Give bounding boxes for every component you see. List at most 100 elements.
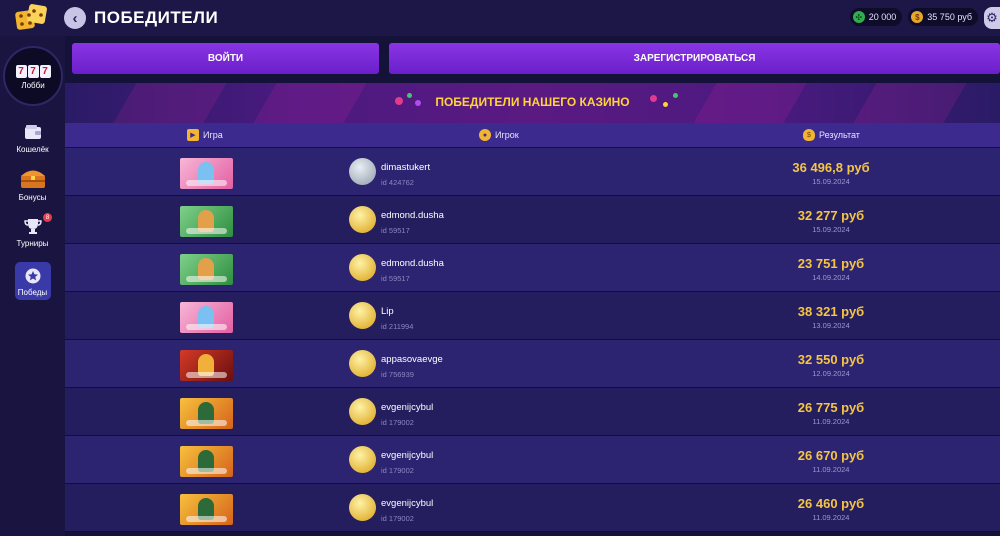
player-id: id 59517: [381, 274, 410, 283]
table-row[interactable]: evgenijcybul id 179002 26 460 руб 11.09.202…: [65, 484, 1000, 532]
game-thumbnail[interactable]: [180, 158, 233, 189]
win-date: 11.09.2024: [812, 417, 850, 426]
game-thumbnail[interactable]: [180, 254, 233, 285]
player-avatar: [349, 398, 376, 425]
money-balance-value: 35 750 руб: [927, 12, 972, 22]
game-logo: [186, 420, 227, 426]
player-name: appasovaevge: [381, 354, 443, 365]
sidebar-item-label: Кошелёк: [16, 145, 49, 154]
dice-logo-icon[interactable]: [14, 3, 50, 33]
player-avatar: [349, 350, 376, 377]
player-avatar: [349, 302, 376, 329]
game-logo: [186, 276, 227, 282]
settings-gear-icon[interactable]: ⚙: [984, 7, 1000, 29]
game-logo: [186, 324, 227, 330]
player-id: id 424762: [381, 178, 414, 187]
column-header-game: ▶ Игра: [187, 123, 223, 147]
win-date: 12.09.2024: [812, 369, 850, 378]
user-icon: ●: [479, 129, 491, 141]
win-date: 11.09.2024: [812, 513, 850, 522]
player-id: id 179002: [381, 418, 414, 427]
win-amount: 26 775 руб: [797, 400, 865, 415]
table-row[interactable]: evgenijcybul id 179002 26 775 руб 11.09.202…: [65, 388, 1000, 436]
lobby-button[interactable]: 7 7 7 Лобби: [3, 46, 63, 106]
bonus-balance[interactable]: ✣ 20 000: [849, 8, 903, 26]
game-thumbnail[interactable]: [180, 398, 233, 429]
table-row[interactable]: appasovaevge id 756939 32 550 руб 12.09.202…: [65, 340, 1000, 388]
balances: ✣ 20 000 $ 35 750 руб: [849, 8, 978, 26]
column-header-player: ● Игрок: [479, 123, 519, 147]
winners-table: dimastukert id 424762 36 496,8 руб 15.09.20…: [65, 148, 1000, 532]
table-row[interactable]: edmond.dusha id 59517 32 277 руб 15.09.2024: [65, 196, 1000, 244]
game-logo: [186, 516, 227, 522]
slot-reel: 7: [27, 64, 39, 78]
table-header: ▶ Игра ● Игрок $ Результат: [65, 123, 1000, 147]
win-date: 15.09.2024: [812, 177, 850, 186]
table-row[interactable]: edmond.dusha id 59517 23 751 руб 14.09.2024: [65, 244, 1000, 292]
page-title: ПОБЕДИТЕЛИ: [94, 8, 219, 27]
game-logo: [186, 228, 227, 234]
game-logo: [186, 468, 227, 474]
table-row[interactable]: Lip id 211994 38 321 руб 13.09.2024: [65, 292, 1000, 340]
game-thumbnail[interactable]: [180, 206, 233, 237]
win-date: 14.09.2024: [812, 273, 850, 282]
win-amount: 32 550 руб: [797, 352, 865, 367]
bonus-balance-value: 20 000: [868, 12, 897, 22]
game-thumbnail[interactable]: [180, 494, 233, 525]
player-name: evgenijcybul: [381, 450, 434, 461]
sidebar-item-wallet[interactable]: Кошелёк: [0, 122, 65, 154]
chest-icon: [20, 166, 46, 190]
auth-row: ВОЙТИ ЗАРЕГИСТРИРОВАТЬСЯ: [72, 43, 1000, 74]
game-thumbnail[interactable]: [180, 446, 233, 477]
player-id: id 179002: [381, 514, 414, 523]
lobby-label: Лобби: [21, 80, 45, 90]
player-id: id 59517: [381, 226, 410, 235]
sidebar-item-wins[interactable]: Победы: [0, 262, 65, 300]
game-thumbnail[interactable]: [180, 302, 233, 333]
money-balance[interactable]: $ 35 750 руб: [908, 8, 978, 26]
sidebar-item-tournaments[interactable]: 8 Турниры: [0, 213, 65, 248]
banner-title: ПОБЕДИТЕЛИ НАШЕГО КАЗИНО: [435, 95, 630, 109]
win-date: 15.09.2024: [812, 225, 850, 234]
winners-banner: ПОБЕДИТЕЛИ НАШЕГО КАЗИНО: [65, 83, 1000, 123]
sidebar-item-label: Бонусы: [18, 193, 47, 202]
game-thumbnail[interactable]: [180, 350, 233, 381]
money-bag-icon: $: [803, 129, 815, 141]
win-amount: 38 321 руб: [797, 304, 865, 319]
player-avatar: [349, 494, 376, 521]
win-amount: 26 460 руб: [797, 496, 865, 511]
player-name: evgenijcybul: [381, 498, 434, 509]
wallet-icon: [22, 122, 44, 142]
active-nav-highlight: Победы: [14, 262, 51, 300]
sidebar-item-label: Турниры: [16, 239, 49, 248]
player-name: dimastukert: [381, 162, 431, 173]
sidebar-item-bonuses[interactable]: Бонусы: [0, 166, 65, 202]
slot-reel: 7: [15, 64, 27, 78]
slot-machine-icon: 7 7 7: [15, 64, 51, 78]
win-date: 11.09.2024: [812, 465, 850, 474]
money-coin-icon: $: [911, 11, 924, 23]
table-row[interactable]: evgenijcybul id 179002 26 670 руб 11.09.202…: [65, 436, 1000, 484]
player-name: edmond.dusha: [381, 210, 444, 221]
play-icon: ▶: [187, 129, 199, 141]
player-avatar: [349, 158, 376, 185]
win-amount: 23 751 руб: [797, 256, 865, 271]
trophy-icon: [22, 216, 44, 236]
bonus-coin-icon: ✣: [852, 11, 865, 23]
column-header-label: Игрок: [495, 130, 519, 140]
player-id: id 756939: [381, 370, 414, 379]
player-id: id 211994: [381, 322, 414, 331]
sidebar-item-label: Победы: [17, 287, 48, 297]
back-button[interactable]: ‹: [64, 7, 86, 29]
win-amount: 36 496,8 руб: [792, 160, 870, 175]
slot-reel: 7: [39, 64, 51, 78]
sidebar: 7 7 7 Лобби Кошелёк Бонусы 8 Турниры Поб…: [0, 36, 65, 536]
table-row[interactable]: dimastukert id 424762 36 496,8 руб 15.09.20…: [65, 148, 1000, 196]
star-icon: [22, 266, 44, 286]
login-button[interactable]: ВОЙТИ: [72, 43, 379, 74]
register-button[interactable]: ЗАРЕГИСТРИРОВАТЬСЯ: [389, 43, 1000, 74]
column-header-result: $ Результат: [803, 123, 860, 147]
column-header-label: Игра: [203, 130, 223, 140]
column-header-label: Результат: [819, 130, 860, 140]
player-name: edmond.dusha: [381, 258, 444, 269]
